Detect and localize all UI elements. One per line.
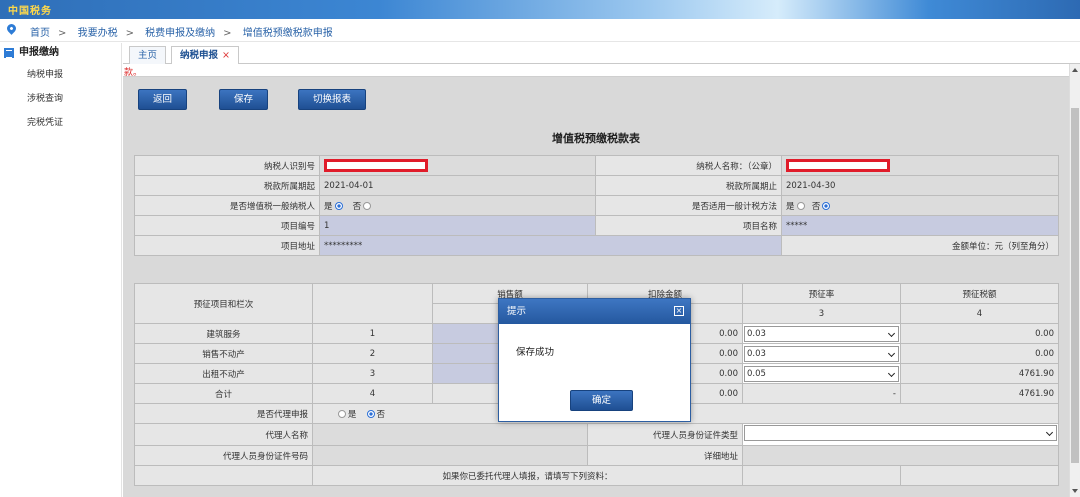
tax-value: 0.00	[900, 323, 1059, 344]
agent-id-no-label: 代理人员身份证件号码	[134, 445, 313, 466]
amount-unit: 金额单位：元（列至角分）	[781, 235, 1059, 256]
taxpayer-name-field[interactable]	[781, 155, 1059, 176]
simple-method-radios: 是 否	[781, 195, 1059, 216]
agent-name-label: 代理人名称	[134, 423, 313, 446]
dialog-message: 保存成功	[516, 347, 555, 358]
sidebar-heading[interactable]: 申报缴纳	[0, 43, 121, 63]
scroll-thumb[interactable]	[1071, 108, 1079, 463]
dialog-header: 提示 ×	[499, 299, 690, 324]
tax-value: 0.00	[900, 343, 1059, 364]
breadcrumb: 首页 > 我要办税 > 税费申报及缴纳 > 增值税预缴税款申报	[30, 28, 333, 39]
agent-name-field[interactable]	[312, 423, 588, 446]
breadcrumb-bar: 首页 > 我要办税 > 税费申报及缴纳 > 增值税预缴税款申报	[0, 19, 1080, 42]
project-addr-label: 项目地址	[134, 235, 320, 256]
redacted-box	[324, 159, 428, 172]
general-taxpayer-yes-radio[interactable]	[334, 202, 343, 210]
col-item-header: 预征项目和栏次	[134, 283, 313, 324]
sidebar-item-tax-declaration[interactable]: 纳税申报	[0, 63, 121, 87]
tax-value: 4761.90	[900, 363, 1059, 384]
project-no-field[interactable]: 1	[319, 215, 596, 236]
period-end-label: 税款所属期止	[595, 175, 782, 196]
taxpayer-id-field[interactable]	[319, 155, 596, 176]
save-button[interactable]: 保存	[219, 89, 269, 110]
form-title: 增值税预缴税款表	[552, 132, 640, 145]
simple-method-no-radio[interactable]	[822, 202, 831, 210]
back-button[interactable]: 返回	[138, 89, 188, 110]
tab-tax-declaration[interactable]: 纳税申报 ×	[171, 46, 239, 64]
agent-instructions: 如果你已委托代理人填报，请填写下列资料：	[312, 465, 743, 486]
alert-dialog: 提示 × 保存成功 确定	[498, 298, 691, 422]
project-no-label: 项目编号	[134, 215, 320, 236]
simple-method-label: 是否适用一般计税方法	[595, 195, 782, 216]
ok-button[interactable]: 确定	[570, 390, 633, 411]
breadcrumb-home[interactable]: 首页	[30, 28, 50, 39]
switch-report-button[interactable]: 切换报表	[298, 89, 367, 110]
general-taxpayer-radios: 是 否	[319, 195, 596, 216]
scroll-up-icon[interactable]	[1072, 68, 1078, 72]
sidebar-item-tax-query[interactable]: 涉税查询	[0, 87, 121, 111]
period-end-value: 2021-04-30	[781, 175, 1059, 196]
project-name-field[interactable]: *****	[781, 215, 1059, 236]
project-addr-field[interactable]: *********	[319, 235, 782, 256]
breadcrumb-declaration[interactable]: 税费申报及缴纳	[145, 28, 215, 39]
main-content: 款。 返回 保存 切换报表 增值税预缴税款表 纳税人识别号 纳税人名称：（公章）…	[123, 64, 1069, 497]
col-tax-header: 预征税额	[900, 283, 1059, 304]
redacted-box	[786, 159, 890, 172]
agent-yes-radio[interactable]	[337, 410, 346, 418]
tab-close-icon[interactable]: ×	[222, 50, 230, 61]
agent-label: 是否代理申报	[134, 403, 313, 424]
rate-select[interactable]: 0.03	[744, 325, 899, 342]
taxpayer-name-label: 纳税人名称：（公章）	[595, 155, 782, 176]
location-pin-icon	[5, 22, 18, 35]
sidebar-item-tax-certificate[interactable]: 完税凭证	[0, 111, 121, 135]
agent-no-radio[interactable]	[366, 410, 375, 418]
site-logo: 中国税务	[8, 6, 52, 17]
tab-bar: 主页 纳税申报 ×	[123, 43, 1080, 64]
general-taxpayer-label: 是否增值税一般纳税人	[134, 195, 320, 216]
dialog-title: 提示	[507, 306, 527, 317]
agent-id-type-select[interactable]	[744, 425, 1057, 441]
sidebar: 申报缴纳 纳税申报 涉税查询 完税凭证	[0, 43, 122, 497]
taxpayer-id-label: 纳税人识别号	[134, 155, 320, 176]
period-start-value: 2021-04-01	[319, 175, 596, 196]
tab-home[interactable]: 主页	[129, 46, 167, 64]
col-rate-header: 预征率	[742, 283, 901, 304]
scroll-down-icon[interactable]	[1072, 489, 1078, 493]
menu-icon	[4, 48, 14, 58]
rate-select[interactable]: 0.03	[744, 345, 899, 362]
period-start-label: 税款所属期起	[134, 175, 320, 196]
address-label: 详细地址	[587, 445, 743, 466]
simple-method-yes-radio[interactable]	[796, 202, 805, 210]
toolbar: 返回 保存 切换报表	[123, 76, 1069, 118]
top-banner: 中国税务	[0, 0, 1080, 19]
breadcrumb-tax-service[interactable]: 我要办税	[78, 28, 118, 39]
header-table: 纳税人识别号 纳税人名称：（公章） 税款所属期起 2021-04-01 税款所属…	[134, 155, 1059, 256]
project-name-label: 项目名称	[595, 215, 782, 236]
vertical-scrollbar[interactable]	[1069, 64, 1080, 497]
agent-id-no-field[interactable]	[312, 445, 588, 466]
close-icon[interactable]: ×	[674, 306, 684, 316]
agent-id-type-label: 代理人员身份证件类型	[587, 423, 743, 446]
breadcrumb-current: 增值税预缴税款申报	[242, 28, 333, 39]
address-field[interactable]	[742, 445, 1059, 466]
rate-select[interactable]: 0.05	[744, 365, 899, 382]
general-taxpayer-no-radio[interactable]	[363, 202, 372, 210]
